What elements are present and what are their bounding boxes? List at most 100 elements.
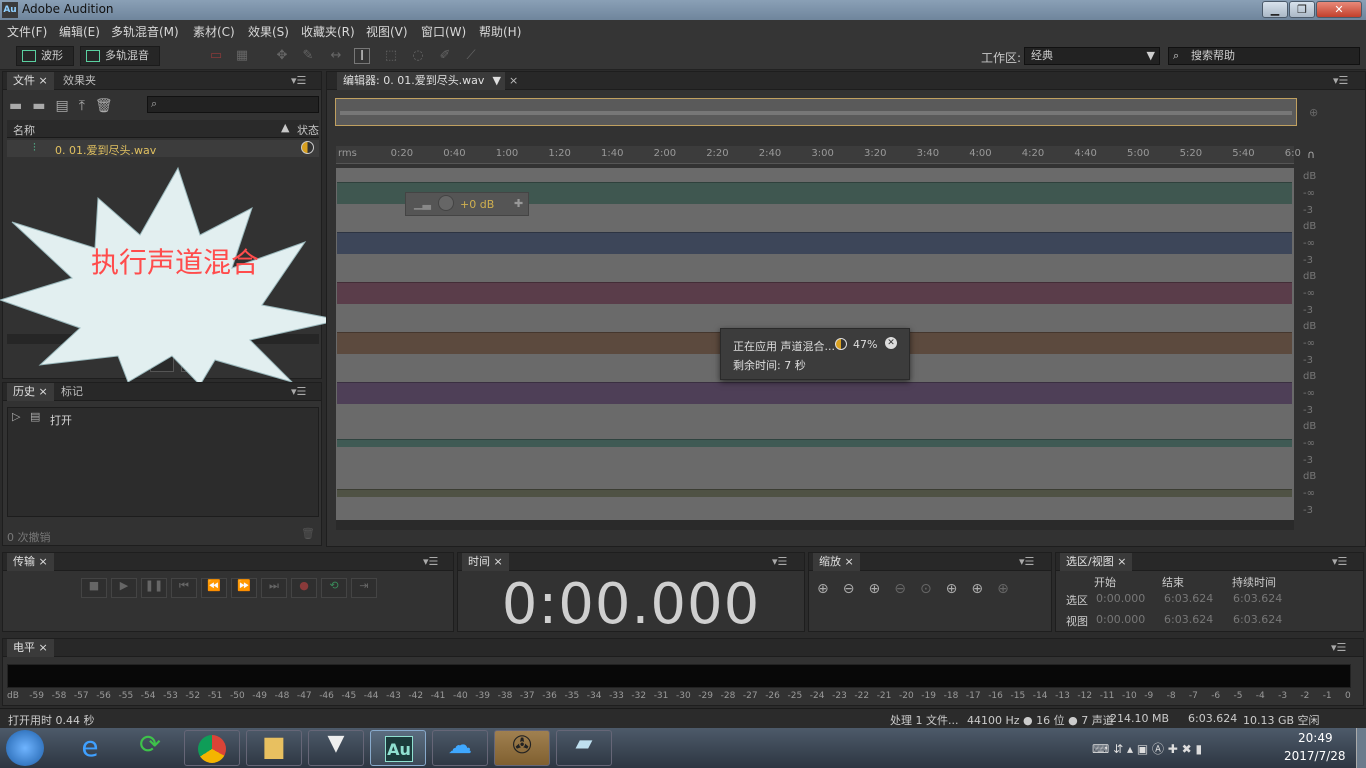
tab-level[interactable]: 电平 × [7,639,54,657]
panel-menu-icon[interactable]: ▾☰ [1332,555,1347,568]
tab-effects-rack[interactable]: 效果夹 [57,72,102,90]
tab-time[interactable]: 时间 × [462,553,509,571]
slip-tool-icon[interactable]: ↔ [328,48,344,64]
trash-icon[interactable]: 🗑 [301,527,315,540]
cloud-icon[interactable]: ☁ [432,730,488,766]
show-desktop-button[interactable] [1356,728,1366,768]
zoom-in-amplitude-icon[interactable]: ⊕ [817,581,843,597]
selection-start[interactable]: 0:00.000 [1096,592,1145,605]
panel-menu-icon[interactable]: ▾☰ [291,74,306,87]
menu-edit[interactable]: 编辑(E) [59,23,100,40]
waveform-view-button[interactable]: 波形 [16,46,74,66]
ie-icon[interactable]: e [62,730,118,766]
zoom-selection-icon[interactable]: ⊙ [920,581,946,597]
multitrack-view-button[interactable]: 多轨混音 [80,46,160,66]
spectral-frequency-icon[interactable]: ▭ [208,48,224,64]
import-icon[interactable]: ▬ [32,98,55,114]
next-icon[interactable]: ⏭ [261,578,287,598]
channel-waveform[interactable] [337,276,1292,306]
audition-taskbar-button[interactable]: Au [370,730,426,766]
menu-multitrack[interactable]: 多轨混音(M) [111,23,179,40]
menu-help[interactable]: 帮助(H) [479,23,521,40]
zoom-reset-icon[interactable]: ⊕ [997,581,1023,597]
panel-menu-icon[interactable]: ▾☰ [1331,641,1346,654]
channel-waveform[interactable] [337,476,1292,506]
snap-magnet-icon[interactable]: ∩ [1307,148,1315,161]
stop-icon[interactable]: ■ [81,578,107,598]
menu-window[interactable]: 窗口(W) [421,23,466,40]
tab-zoom[interactable]: 缩放 × [813,553,860,571]
pin-icon[interactable]: ✚ [514,197,523,210]
tray-icons[interactable]: ⌨ ⇵ ▴ ▣ Ⓐ ✚ ✖ ▮ [1092,740,1202,757]
tab-files[interactable]: 文件 × [7,72,54,90]
move-tool-icon[interactable]: ✥ [274,48,290,64]
channel-waveform[interactable] [337,426,1292,456]
previous-icon[interactable]: ⏮ [171,578,197,598]
files-search-input[interactable]: ⌕ [147,96,319,113]
menu-effects[interactable]: 效果(S) [248,23,289,40]
foobar-icon[interactable]: ▼ [308,730,364,766]
volume-knob[interactable] [438,195,454,211]
channel-waveform[interactable] [337,376,1292,406]
fast-forward-icon[interactable]: ⏩ [231,578,257,598]
browser-icon[interactable]: ⟳ [122,730,178,766]
close-tab-icon[interactable]: × [503,72,524,90]
menu-favorites[interactable]: 收藏夹(R) [301,23,355,40]
notebook-icon[interactable]: ▰ [556,730,612,766]
panel-menu-icon[interactable]: ▾☰ [291,385,306,398]
razor-tool-icon[interactable]: ✎ [300,48,316,64]
play-icon[interactable]: ▶ [111,578,137,598]
tab-transport[interactable]: 传输 × [7,553,54,571]
view-end[interactable]: 6:03.624 [1164,613,1213,626]
spectral-pitch-icon[interactable]: ▦ [234,48,250,64]
overview-navigator[interactable] [335,98,1297,126]
panel-menu-icon[interactable]: ▾☰ [772,555,787,568]
menu-clip[interactable]: 素材(C) [193,23,235,40]
selection-end[interactable]: 6:03.624 [1164,592,1213,605]
time-ruler[interactable]: rms 0:20 0:40 1:00 1:20 1:40 2:00 2:20 2:40 3:00 3… [336,146,1301,164]
channel-waveform[interactable] [337,226,1292,256]
marquee-tool-icon[interactable]: ⬚ [383,48,399,64]
panel-menu-icon[interactable]: ▾☰ [1333,74,1348,87]
clock-time[interactable]: 20:49 [1298,731,1333,745]
hud-volume[interactable]: ▁▃ +0 dB ✚ [405,192,529,216]
selection-duration[interactable]: 6:03.624 [1233,592,1282,605]
workspace-select[interactable]: 经典 ▼ [1024,47,1160,65]
close-button[interactable]: ✕ [1316,1,1362,18]
clock-date[interactable]: 2017/7/28 [1284,749,1346,763]
waveform-scrollbar[interactable] [336,520,1294,530]
open-folder-icon[interactable]: ▬ [9,98,32,114]
panel-menu-icon[interactable]: ▾☰ [423,555,438,568]
chrome-icon[interactable] [184,730,240,766]
spot-healing-tool-icon[interactable]: ⟋ [463,48,479,64]
zoom-out-point-icon[interactable]: ⊕ [971,581,997,597]
column-name[interactable]: 名称 [13,122,35,138]
zoom-out-amplitude-icon[interactable]: ⊖ [843,581,869,597]
time-selection-tool-icon[interactable]: I [354,48,370,64]
menu-file[interactable]: 文件(F) [7,23,47,40]
view-duration[interactable]: 6:03.624 [1233,613,1282,626]
skip-icon[interactable]: ⇥ [351,578,377,598]
panel-menu-icon[interactable]: ▾☰ [1019,555,1034,568]
tab-history[interactable]: 历史 × [7,383,54,401]
tab-editor[interactable]: 编辑器: 0. 01.爱到尽头.wav ▼ [337,72,505,90]
film-reel-icon[interactable]: ✇ [494,730,550,766]
lasso-tool-icon[interactable]: ◌ [410,48,426,64]
zoom-in-point-icon[interactable]: ⊕ [946,581,972,597]
record-icon[interactable]: ● [291,578,317,598]
explorer-icon[interactable]: ▆ [246,730,302,766]
view-start[interactable]: 0:00.000 [1096,613,1145,626]
column-status[interactable]: 状态 [297,122,319,138]
pause-icon[interactable]: ❚❚ [141,578,167,598]
history-item[interactable]: 打开 [50,412,72,428]
tab-markers[interactable]: 标记 [55,383,89,401]
zoom-out-full-icon[interactable]: ⊖ [894,581,920,597]
loop-icon[interactable]: ⟲ [321,578,347,598]
brush-tool-icon[interactable]: ✐ [437,48,453,64]
start-button[interactable] [6,730,44,766]
zoom-icon[interactable]: ⊕ [1309,106,1318,119]
maximize-button[interactable]: ❐ [1289,1,1315,18]
tab-selection-view[interactable]: 选区/视图 × [1060,553,1133,571]
help-search-input[interactable]: ⌕ 搜索帮助 [1168,47,1360,65]
rewind-icon[interactable]: ⏪ [201,578,227,598]
